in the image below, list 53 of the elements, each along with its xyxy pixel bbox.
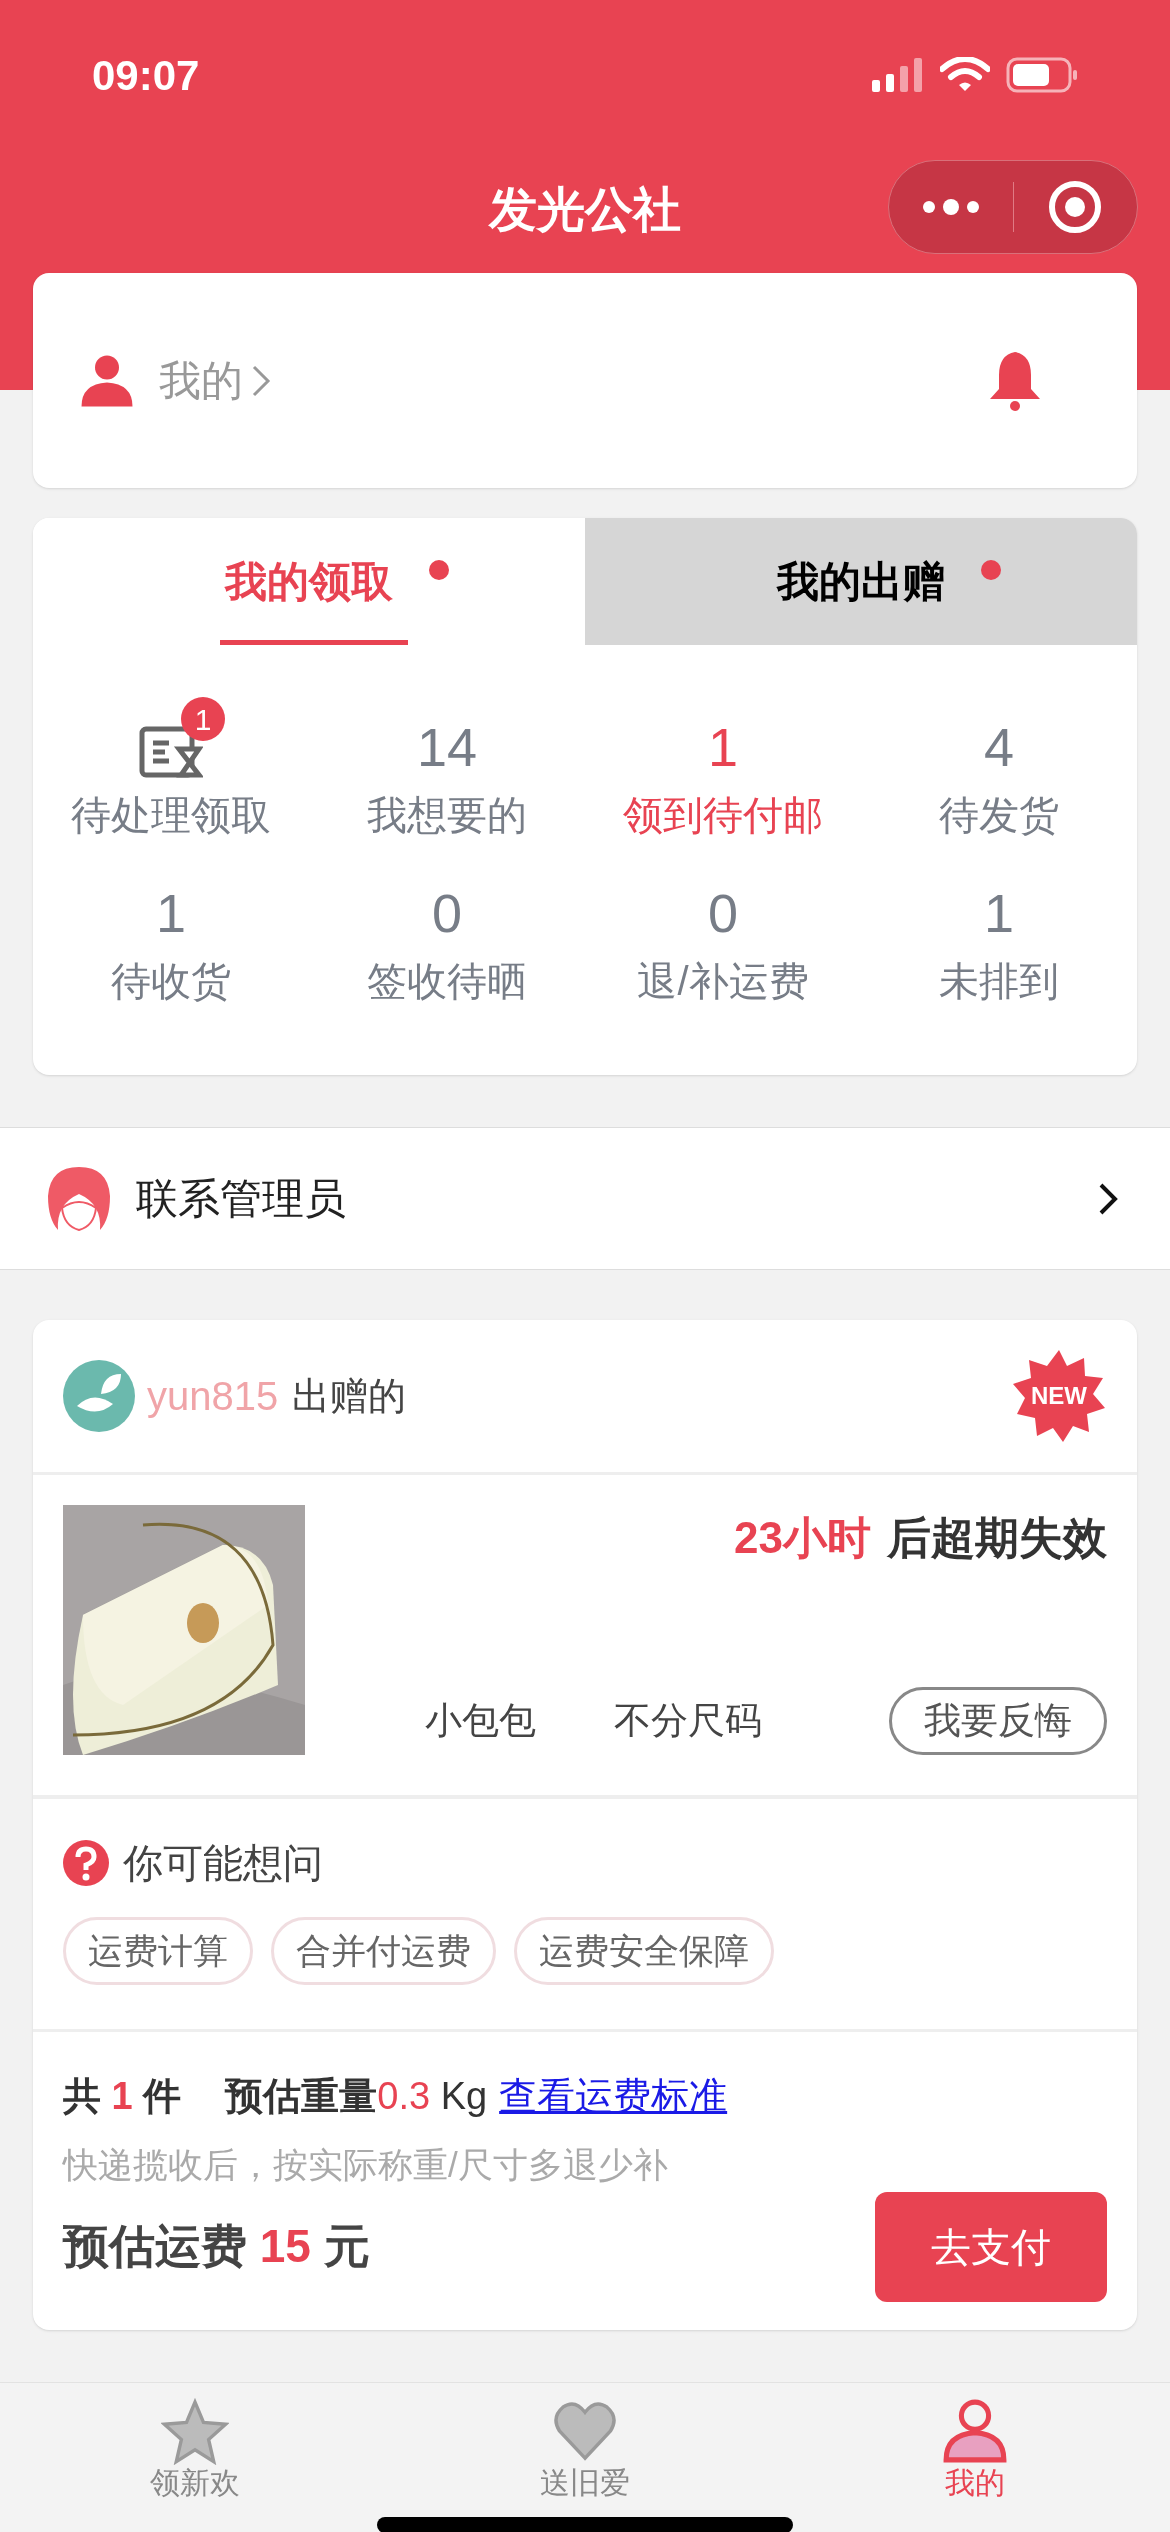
star-icon <box>161 2397 229 2465</box>
faq-title: 你可能想问 <box>123 1840 323 1887</box>
expiry-label: 后超期失效 <box>887 1512 1107 1564</box>
leaf-avatar-icon <box>63 1360 135 1432</box>
chevron-right-icon <box>251 363 271 398</box>
item-size: 不分尺码 <box>614 1699 762 1744</box>
stat-label[interactable]: 领到待付邮 <box>623 785 823 845</box>
page-title: 发光公社 <box>489 182 681 238</box>
shipping-rates-link[interactable]: 查看运费标准 <box>499 2068 728 2125</box>
faq-tag[interactable]: 运费计算 <box>63 1917 253 1985</box>
weight-estimate: 预估重量0.3 Kg <box>225 2074 488 2119</box>
stat-label[interactable]: 退/补运费 <box>637 951 809 1011</box>
count-badge: 1 <box>181 697 225 741</box>
stat-label[interactable]: 待发货 <box>939 785 1059 845</box>
tab[interactable]: 我的出赠 <box>585 518 1137 645</box>
stat-count: 0 <box>707 882 738 945</box>
stat-count: 1 <box>983 882 1014 945</box>
nav-tab[interactable]: 送旧爱 <box>390 2383 780 2511</box>
stat-count: 0 <box>431 882 462 945</box>
chevron-right-icon <box>1098 1181 1118 1216</box>
battery-icon <box>1006 57 1078 93</box>
faq-tag[interactable]: 合并付运费 <box>271 1917 496 1985</box>
status-time: 09:07 <box>92 50 200 101</box>
countdown: 23小时 <box>734 1512 871 1564</box>
signal-icon <box>872 58 924 92</box>
profile-label: 我的 <box>159 356 243 406</box>
stat-label[interactable]: 签收待晒 <box>367 951 527 1011</box>
donor-action: 出赠的 <box>292 1373 407 1419</box>
stat-count: 1 <box>155 882 186 945</box>
question-icon <box>63 1840 109 1886</box>
nav-tab[interactable]: 领新欢 <box>0 2383 390 2511</box>
faq-tag[interactable]: 运费安全保障 <box>514 1917 774 1985</box>
more-icon[interactable] <box>920 197 981 217</box>
item-count: 共 1 件 <box>63 2074 182 2119</box>
stat-label[interactable]: 待处理领取 <box>71 785 271 845</box>
person-icon <box>941 2397 1009 2465</box>
stat-label[interactable]: 待收货 <box>111 951 231 1011</box>
stat-label[interactable]: 未排到 <box>939 951 1059 1011</box>
item-name: 小包包 <box>425 1699 536 1744</box>
regret-button[interactable]: 我要反悔 <box>889 1687 1107 1755</box>
stat-count: 4 <box>983 716 1014 779</box>
contact-row[interactable]: 联系管理员 <box>0 1127 1170 1270</box>
contact-label: 联系管理员 <box>136 1174 346 1224</box>
stat-count: 14 <box>416 716 478 779</box>
wifi-icon <box>940 57 990 93</box>
nav-tab[interactable]: 我的 <box>780 2383 1170 2511</box>
new-label: NEW <box>1031 1381 1087 1411</box>
stat-label[interactable]: 我想要的 <box>367 785 527 845</box>
stat-count: 1 <box>707 716 738 779</box>
pay-button[interactable]: 去支付 <box>875 2191 1107 2302</box>
fee-estimate: 预估运费 15 元 <box>63 2219 370 2274</box>
profile-card[interactable]: 我的 <box>33 273 1137 488</box>
shipping-note: 快递揽收后，按实际称重/尺寸多退少补 <box>63 2144 669 2186</box>
